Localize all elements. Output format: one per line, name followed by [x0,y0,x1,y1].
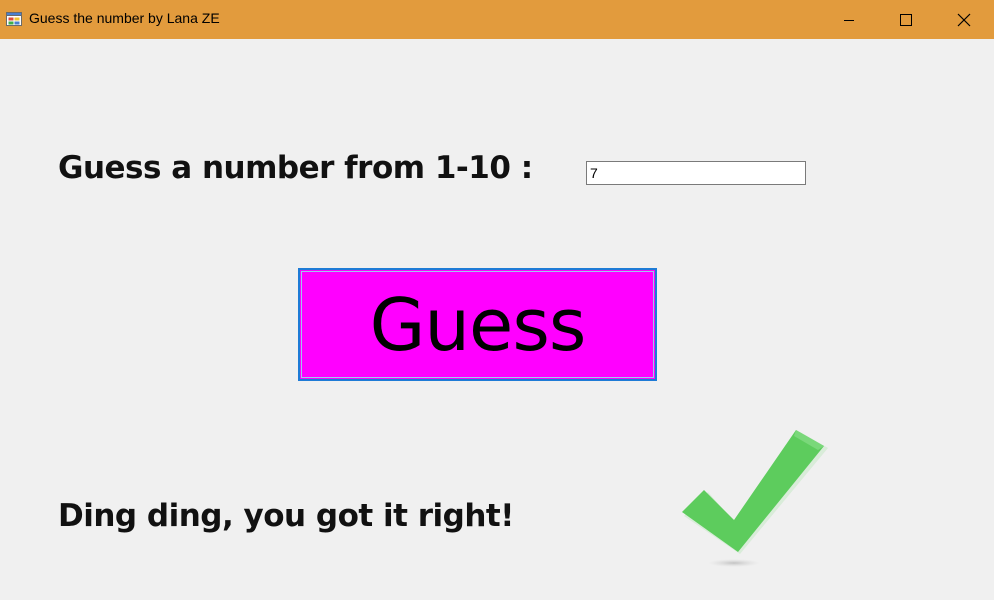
app-window: Guess the number by Lana ZE Guess a numb… [0,0,994,600]
close-button[interactable] [941,0,987,39]
checkmark-icon [682,430,828,567]
guess-prompt-label: Guess a number from 1-10 : [58,150,533,186]
guess-input[interactable] [586,161,806,185]
maximize-button[interactable] [883,0,929,39]
form-app-icon [6,12,22,26]
result-message: Ding ding, you got it right! [58,498,514,534]
maximize-icon [900,13,912,26]
minimize-icon [844,19,854,21]
minimize-button[interactable] [826,0,872,39]
title-bar[interactable]: Guess the number by Lana ZE [0,0,994,39]
guess-button-label: Guess [301,271,654,378]
guess-button[interactable]: Guess [298,268,657,381]
close-icon [957,13,971,26]
window-title: Guess the number by Lana ZE [29,10,220,26]
